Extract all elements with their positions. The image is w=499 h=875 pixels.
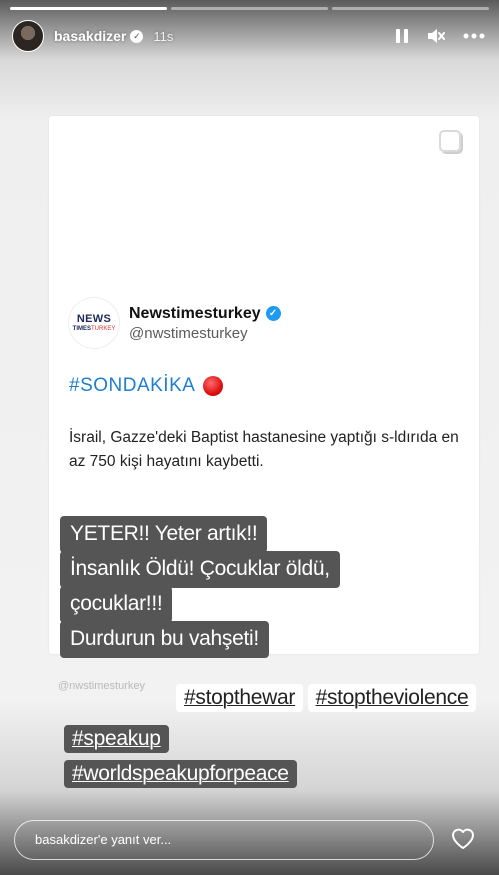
overlay-text-line: İnsanlık Öldü! Çocuklar öldü, xyxy=(60,551,340,588)
tweet-author-name: Newstimesturkey ✓ xyxy=(129,305,281,323)
red-circle-icon xyxy=(203,376,224,396)
hashtag-speakup[interactable]: #speakup xyxy=(64,725,169,753)
avatar[interactable] xyxy=(12,20,44,52)
progress-segment xyxy=(332,7,489,10)
hashtag-stopthewar[interactable]: #stopthewar xyxy=(176,684,304,712)
tweet-hashtag: #SONDAKİKA xyxy=(69,375,224,397)
overlay-text-line: YETER!! Yeter artık!! xyxy=(60,516,268,553)
post-time: 11s xyxy=(153,28,174,44)
story-header: basakdizer ✓ 11s xyxy=(12,18,485,54)
username[interactable]: basakdizer xyxy=(54,28,126,44)
verified-badge-icon: ✓ xyxy=(265,306,281,321)
hashtag-worldspeakupforpeace[interactable]: #worldspeakupforpeace xyxy=(64,760,297,788)
tweet-author-handle: @nwstimesturkey xyxy=(129,324,248,342)
copy-icon xyxy=(439,130,461,152)
tweet-body: İsrail, Gazze'deki Baptist hastanesine y… xyxy=(69,429,459,470)
faint-watermark: @nwstimesturkey xyxy=(58,680,145,692)
overlay-text-line: Durdurun bu vahşeti! xyxy=(60,621,269,658)
pause-icon[interactable] xyxy=(395,28,409,44)
more-icon[interactable] xyxy=(463,33,485,39)
overlay-text-line: çocuklar!!! xyxy=(60,586,173,623)
heart-icon[interactable] xyxy=(450,826,476,855)
reply-placeholder: basakdizer'e yanıt ver... xyxy=(35,832,172,847)
progress-segment xyxy=(171,7,328,10)
story-progress-bar xyxy=(10,7,489,10)
story-text-overlay: YETER!! Yeter artık!! İnsanlık Öldü! Çoc… xyxy=(60,516,340,658)
verified-badge-icon: ✓ xyxy=(130,29,144,43)
progress-segment xyxy=(10,7,167,10)
reply-input[interactable]: basakdizer'e yanıt ver... xyxy=(14,820,434,860)
news-logo: NEWS TIMESTURKEY xyxy=(69,298,119,348)
hashtag-stoptheviolence[interactable]: #stoptheviolence xyxy=(307,684,477,712)
mute-icon[interactable] xyxy=(427,28,445,44)
tweet-author: NEWS TIMESTURKEY Newstimesturkey ✓ @nwst… xyxy=(69,298,281,348)
